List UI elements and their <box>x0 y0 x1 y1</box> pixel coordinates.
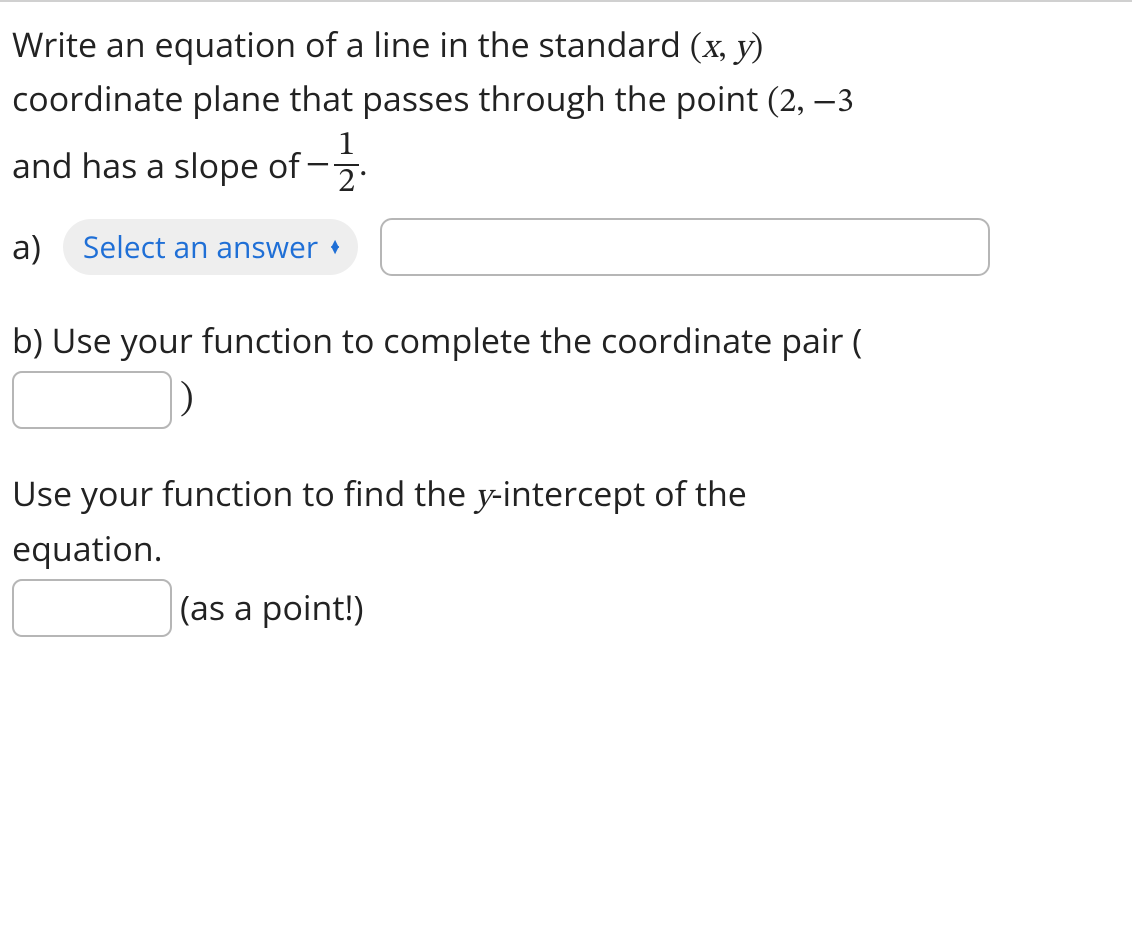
question-page: Write an equation of a line in the stand… <box>0 0 1132 663</box>
prompt-line-1: Write an equation of a line in the stand… <box>12 20 1132 74</box>
equation-input[interactable] <box>380 218 990 276</box>
slope-value: −12. <box>306 129 368 202</box>
y-intercept-input[interactable] <box>12 579 172 637</box>
close-paren: ) <box>180 373 194 428</box>
prompt-line-3: and has a slope of −12. <box>12 129 1132 202</box>
part-c-text-a: Use your function to find the <box>12 470 475 516</box>
answer-type-select[interactable]: Select an answer ▲▼ <box>63 219 358 275</box>
part-a-row: a) Select an answer ▲▼ <box>12 218 1132 276</box>
prompt-line-2: coordinate plane that passes through the… <box>12 74 1132 128</box>
question-prompt: Write an equation of a line in the stand… <box>12 20 1132 276</box>
select-placeholder-text: Select an answer <box>83 225 318 269</box>
part-c-line-1: Use your function to find the y-intercep… <box>12 469 1132 523</box>
part-b-line-1: b) Use your function to complete the coo… <box>12 316 1132 365</box>
part-b-text: b) Use your function to complete the coo… <box>12 317 862 363</box>
xy-pair: (x, y) <box>690 32 763 66</box>
chevron-up-down-icon: ▲▼ <box>328 241 342 253</box>
point-value: (2, −3 <box>767 86 854 120</box>
prompt-text-2: coordinate plane that passes through the… <box>12 75 767 121</box>
part-b-block: b) Use your function to complete the coo… <box>12 316 1132 429</box>
part-c-text-b: -intercept of the <box>492 470 747 516</box>
prompt-text-1: Write an equation of a line in the stand… <box>12 21 690 67</box>
part-b-line-2: ) <box>12 371 1132 429</box>
part-a-label: a) <box>12 222 41 271</box>
part-c-answer-row: (as a point!) <box>12 579 1132 637</box>
prompt-text-3: and has a slope of <box>12 141 300 190</box>
coordinate-y-input[interactable] <box>12 371 172 429</box>
y-intercept-hint: (as a point!) <box>180 583 364 632</box>
part-c-line-2: equation. <box>12 524 1132 573</box>
y-variable: y <box>475 481 491 515</box>
part-c-block: Use your function to find the y-intercep… <box>12 469 1132 637</box>
